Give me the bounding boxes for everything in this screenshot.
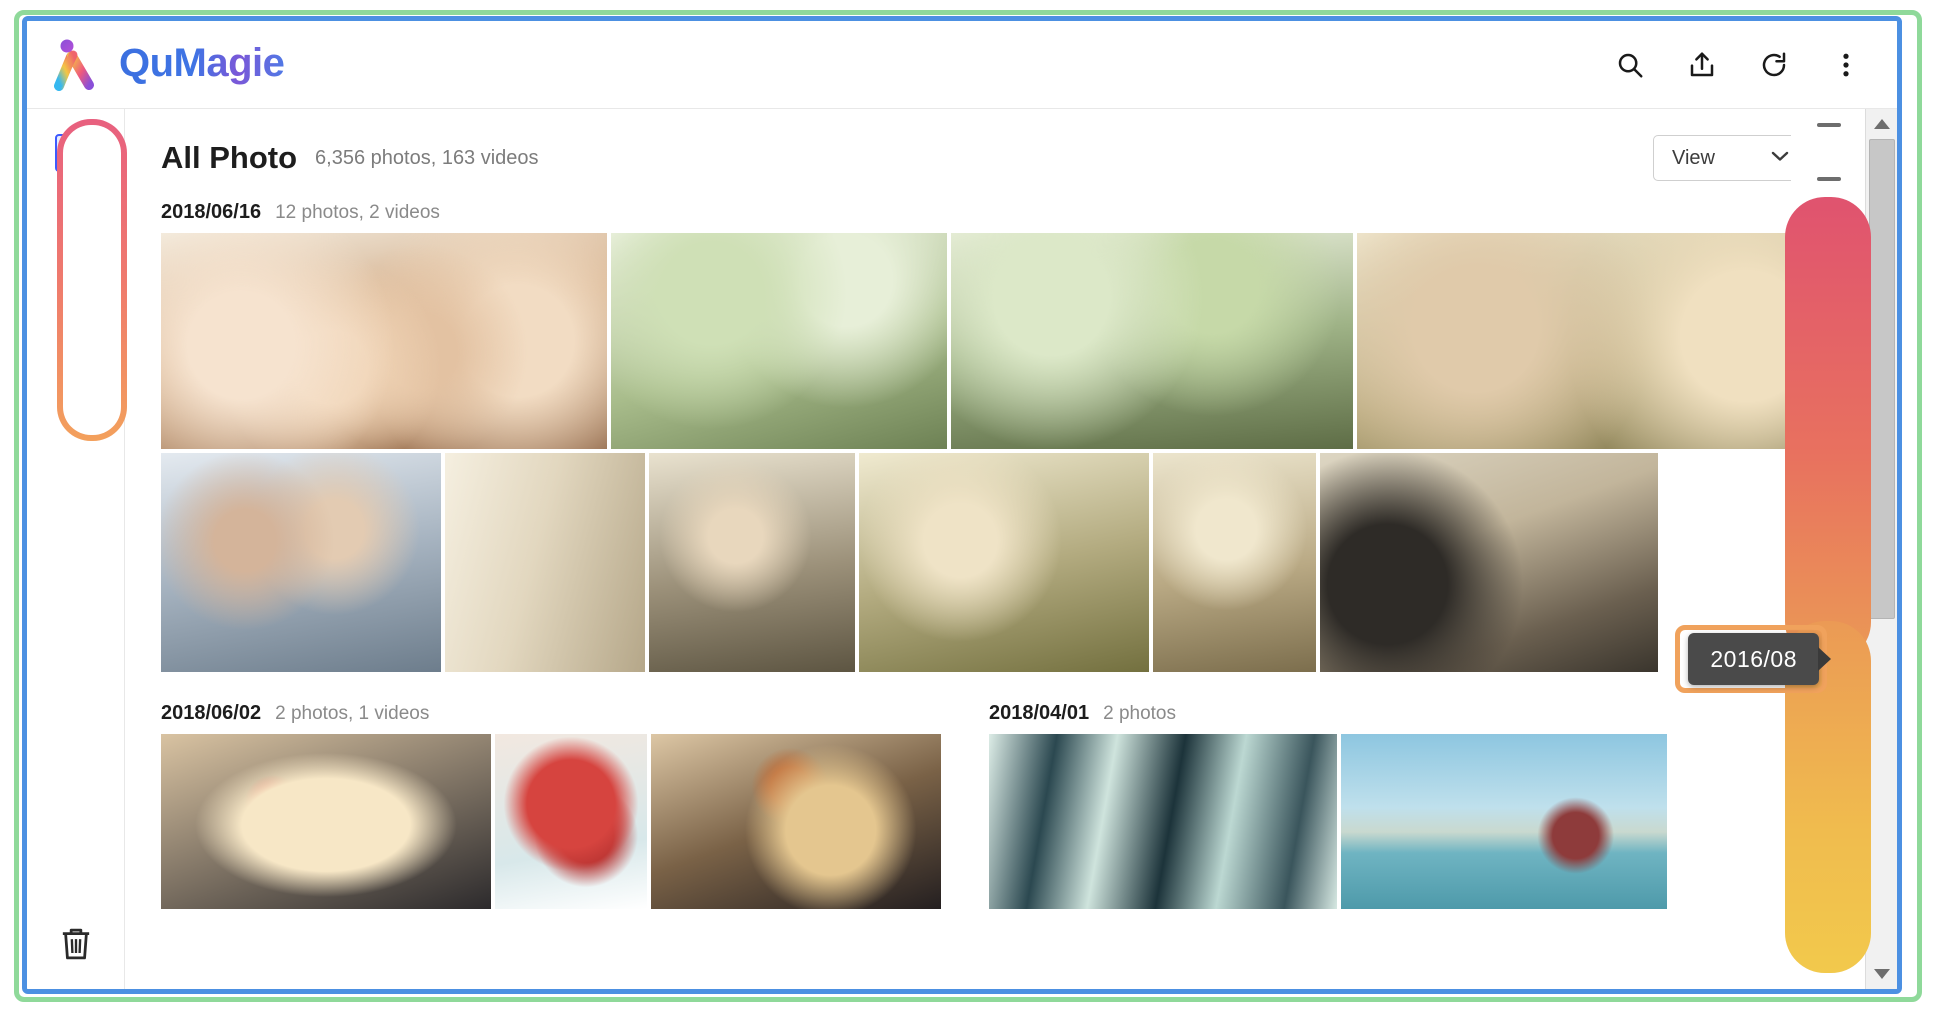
left-sidebar [27,109,125,989]
photo-group: 2018/04/01 2 photos [989,702,1667,913]
timeline-tick[interactable] [1817,549,1841,553]
timeline-current-marker[interactable] [1809,205,1849,210]
timeline-tick[interactable] [1817,123,1841,127]
folder-icon [55,262,97,300]
photo-thumbnail[interactable] [445,453,645,672]
photo-thumbnail[interactable] [161,233,607,449]
group-header: 2018/06/02 2 photos, 1 videos [161,702,941,725]
photo-thumbnail[interactable] [951,233,1353,449]
photo-thumbnail[interactable] [161,734,491,909]
timeline-year-label[interactable]: 2017 [1796,501,1843,525]
scroll-down-arrow-icon[interactable] [1866,959,1897,989]
timeline-year-label[interactable]: 2015 [1796,825,1843,849]
photo-thumbnail[interactable] [989,734,1337,909]
group-date: 2018/06/02 [161,702,261,725]
scrollbar-track[interactable] [1866,139,1897,959]
photo-icon [55,134,97,172]
timeline-tick[interactable] [1817,921,1841,925]
photo-thumbnail[interactable] [859,453,1149,672]
photo-row [161,734,941,909]
sidebar-nav [27,121,124,441]
scroll-up-arrow-icon[interactable] [1866,109,1897,139]
sidebar-item-shared[interactable] [27,377,124,441]
photo-row [161,453,1897,672]
sidebar-item-albums[interactable] [27,185,124,249]
timeline-tick[interactable] [1817,781,1841,785]
photo-group: 2018/06/02 2 photos, 1 videos [161,702,941,913]
timeline-tick[interactable] [1817,611,1841,615]
timeline-tooltip: 2016/08 [1688,633,1819,685]
bottom-groups: 2018/06/02 2 photos, 1 videos 2018/04/01 [161,702,1897,913]
view-dropdown[interactable]: View [1653,135,1805,181]
chevron-down-icon [1770,149,1790,168]
screenshot-root: QuMagie [0,0,1935,1013]
photo-thumbnail[interactable] [611,233,947,449]
photo-row [161,233,1897,449]
photo-thumbnail[interactable] [161,453,441,672]
trash-icon [59,926,93,967]
mobile-device-icon [55,326,97,364]
more-options-icon[interactable] [1829,48,1863,82]
group-count: 2 photos, 1 videos [275,703,429,725]
timeline-tick[interactable] [1817,581,1841,585]
header-actions [1613,48,1863,82]
timeline-tick[interactable] [1817,723,1841,727]
timeline-year-label[interactable]: 2018 [1796,277,1843,301]
app-title: QuMagie [119,43,284,87]
sidebar-item-trash[interactable] [27,926,124,967]
vertical-scrollbar[interactable] [1865,109,1897,989]
timeline-tick[interactable] [1817,377,1841,381]
timeline-tick[interactable] [1817,471,1841,475]
group-count: 12 photos, 2 videos [275,202,440,224]
search-icon[interactable] [1613,48,1647,82]
app-brand: QuMagie [47,39,284,91]
refresh-icon[interactable] [1757,48,1791,82]
photo-thumbnail[interactable] [1320,453,1658,672]
timeline-tick[interactable] [1817,257,1841,261]
group-count: 2 photos [1103,703,1176,725]
page-subtitle: 6,356 photos, 163 videos [315,147,539,170]
scrollbar-thumb[interactable] [1869,139,1895,619]
photo-thumbnail[interactable] [651,734,941,909]
timeline-tick[interactable] [1817,431,1841,435]
view-dropdown-label: View [1672,147,1715,170]
timeline-year-label[interactable]: 2016 [1796,737,1843,761]
main-content: All Photo 6,356 photos, 163 videos View … [125,109,1897,989]
timeline-tick[interactable] [1817,967,1841,971]
group-header: 2018/04/01 2 photos [989,702,1667,725]
group-date: 2018/04/01 [989,702,1089,725]
timeline-tooltip-label: 2016/08 [1710,646,1797,673]
group-header: 2018/06/16 12 photos, 2 videos [161,201,1897,224]
photo-groups: 2018/06/16 12 photos, 2 videos [125,201,1897,913]
sidebar-item-photos[interactable] [27,121,124,185]
app-header: QuMagie [27,21,1897,109]
timeline-track[interactable]: 2018 2017 2016 2015 [1791,109,1855,989]
photo-group: 2018/06/16 12 photos, 2 videos [161,201,1897,672]
page-title: All Photo [161,140,297,176]
sidebar-item-folders[interactable] [27,249,124,313]
sidebar-item-devices[interactable] [27,313,124,377]
timeline-tick[interactable] [1817,177,1841,181]
photo-thumbnail[interactable] [1153,453,1316,672]
timeline-tick[interactable] [1817,875,1841,879]
timeline-tick[interactable] [1817,337,1841,341]
qumagie-logo-icon [47,39,105,91]
timeline-tick[interactable] [1817,811,1841,815]
photo-thumbnail[interactable] [495,734,647,909]
upload-icon[interactable] [1685,48,1719,82]
photo-thumbnail[interactable] [649,453,855,672]
photo-row [989,734,1667,909]
qumagie-app-window: QuMagie [22,16,1902,994]
content-header: All Photo 6,356 photos, 163 videos View [125,109,1897,201]
album-icon [55,198,97,236]
timeline-scrubber[interactable]: 2018 2017 2016 2015 [1791,109,1855,989]
photo-thumbnail[interactable] [1341,734,1667,909]
timeline-tick-hover[interactable] [1817,641,1851,643]
share-icon [55,390,97,428]
group-date: 2018/06/16 [161,201,261,224]
